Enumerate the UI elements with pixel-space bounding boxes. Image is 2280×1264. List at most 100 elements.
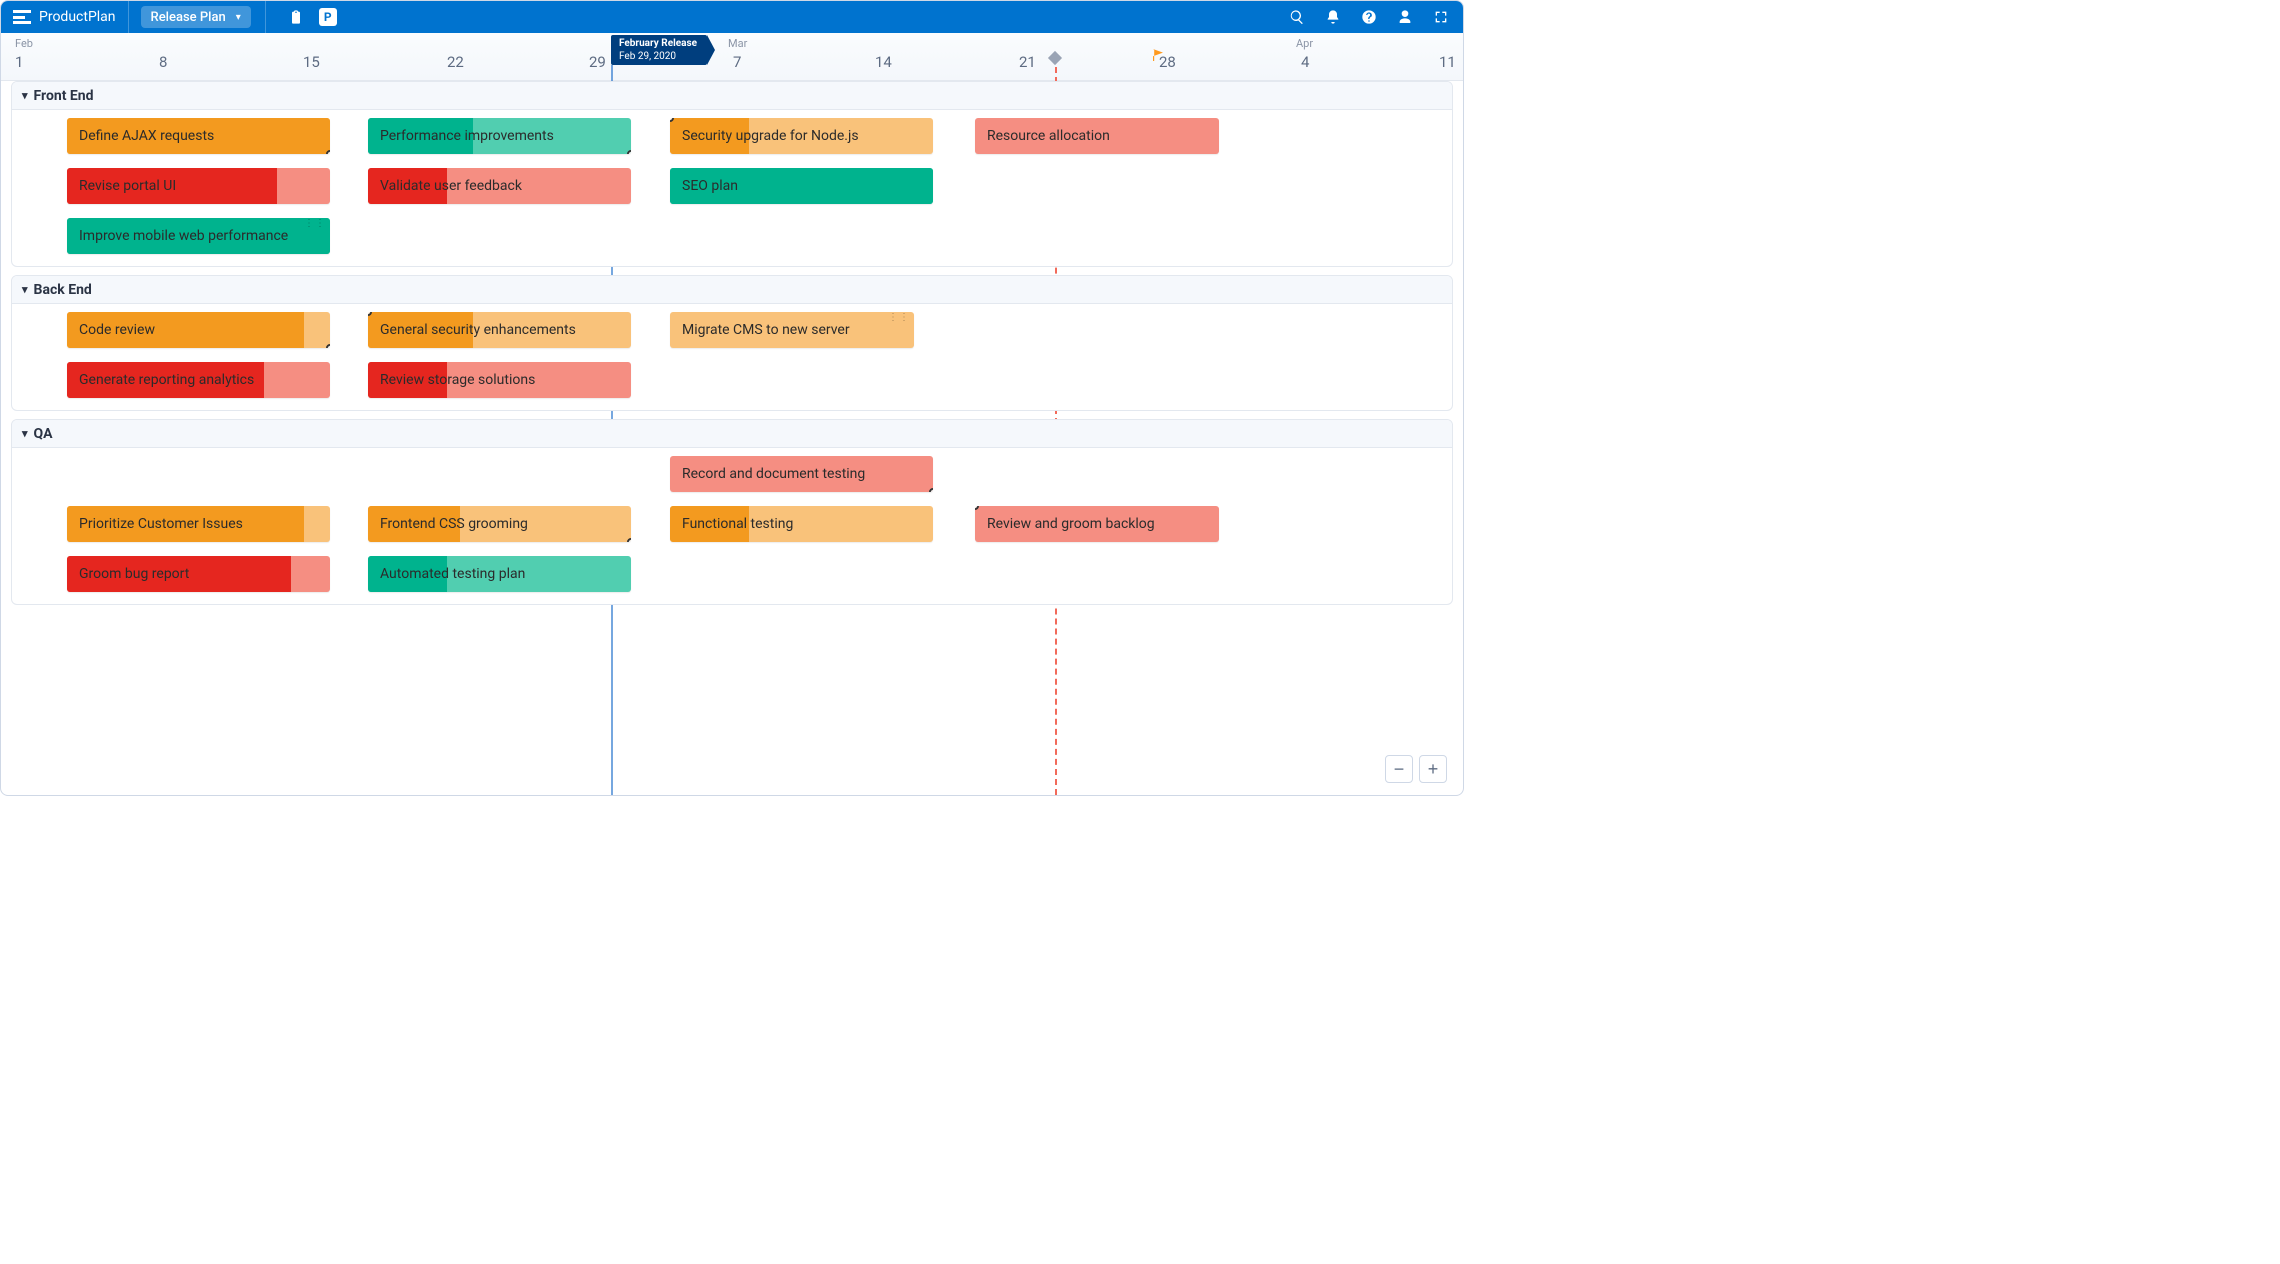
- roadmap-bar[interactable]: Code review: [67, 312, 330, 348]
- lane-title: Front End: [34, 88, 94, 104]
- bar-label: Code review: [79, 322, 155, 338]
- bar-label: SEO plan: [682, 178, 738, 194]
- zoom-out-button[interactable]: −: [1385, 755, 1413, 783]
- bar-label: Revise portal UI: [79, 178, 176, 194]
- day-label: 1: [15, 53, 23, 71]
- lane-header[interactable]: ▾QA: [12, 420, 1452, 448]
- lane-body: Code review General security enhancements…: [12, 304, 1452, 410]
- bar-label: Review storage solutions: [380, 372, 535, 388]
- connector-icon[interactable]: [627, 538, 631, 542]
- roadmap-bar[interactable]: Security upgrade for Node.js: [670, 118, 933, 154]
- connector-icon[interactable]: [326, 150, 330, 154]
- day-label: 15: [303, 53, 320, 71]
- bar-label: Security upgrade for Node.js: [682, 128, 859, 144]
- day-label: 29: [589, 53, 606, 71]
- roadmap-bar[interactable]: Validate user feedback: [368, 168, 631, 204]
- roadmap-bar[interactable]: Performance improvements: [368, 118, 631, 154]
- day-label: 14: [875, 53, 892, 71]
- day-label: 11: [1439, 53, 1456, 71]
- user-icon[interactable]: [1395, 7, 1415, 27]
- milestone-title: February Release: [619, 38, 697, 51]
- lane-row: Revise portal UI Validate user feedback SE…: [12, 168, 1452, 208]
- bar-label: Record and document testing: [682, 466, 865, 482]
- roadmap-bar[interactable]: Review and groom backlog: [975, 506, 1219, 542]
- bar-label: Migrate CMS to new server: [682, 322, 850, 338]
- grip-icon[interactable]: ⋮⋮: [304, 222, 326, 226]
- plan-dropdown[interactable]: Release Plan ▾: [141, 6, 251, 28]
- search-icon[interactable]: [1287, 7, 1307, 27]
- help-icon[interactable]: [1359, 7, 1379, 27]
- fullscreen-icon[interactable]: [1431, 7, 1451, 27]
- chevron-down-icon: ▾: [22, 427, 28, 440]
- milestone-flag[interactable]: February ReleaseFeb 29, 2020: [611, 35, 707, 65]
- roadmap-bar[interactable]: Resource allocation: [975, 118, 1219, 154]
- day-label: 4: [1301, 53, 1309, 71]
- lane-row: Define AJAX requests Performance improvem…: [12, 118, 1452, 158]
- plan-dropdown-label: Release Plan: [151, 10, 226, 25]
- roadmap-bar[interactable]: Frontend CSS grooming: [368, 506, 631, 542]
- day-label: 22: [447, 53, 464, 71]
- connector-icon[interactable]: [326, 344, 330, 348]
- lane-row: Improve mobile web performance ⋮⋮: [12, 218, 1452, 258]
- roadmap-bar[interactable]: Automated testing plan: [368, 556, 631, 592]
- roadmap-bar[interactable]: Define AJAX requests: [67, 118, 330, 154]
- day-label: 28: [1159, 53, 1176, 71]
- app-name: ProductPlan: [39, 9, 116, 25]
- lanes-container: ▾Front EndDefine AJAX requestsPerformanc…: [11, 81, 1453, 785]
- logo-icon: [13, 10, 31, 24]
- roadmap-bar[interactable]: Groom bug report: [67, 556, 330, 592]
- roadmap-bar[interactable]: Improve mobile web performance ⋮⋮: [67, 218, 330, 254]
- bar-label: Automated testing plan: [380, 566, 525, 582]
- app-frame: ProductPlan Release Plan ▾ P: [0, 0, 1464, 796]
- clipboard-icon[interactable]: [286, 7, 306, 27]
- lane-row: Groom bug report Automated testing plan: [12, 556, 1452, 596]
- lane: ▾QA Record and document testing Prioritize…: [11, 419, 1453, 605]
- lane-row: Record and document testing: [12, 456, 1452, 496]
- milestone-date: Feb 29, 2020: [619, 51, 697, 64]
- bar-label: Validate user feedback: [380, 178, 522, 194]
- roadmap-bar[interactable]: Generate reporting analytics: [67, 362, 330, 398]
- bar-label: Resource allocation: [987, 128, 1110, 144]
- roadmap-bar[interactable]: General security enhancements: [368, 312, 631, 348]
- day-label: 21: [1019, 53, 1036, 71]
- divider: [265, 1, 266, 33]
- connector-icon[interactable]: [929, 488, 933, 492]
- roadmap-bar[interactable]: Revise portal UI: [67, 168, 330, 204]
- roadmap-bar[interactable]: Migrate CMS to new server ⋮⋮: [670, 312, 914, 348]
- connector-icon[interactable]: [627, 150, 631, 154]
- roadmap-bar[interactable]: Record and document testing: [670, 456, 933, 492]
- lane-row: Generate reporting analytics Review stora…: [12, 362, 1452, 402]
- bar-label: Review and groom backlog: [987, 516, 1155, 532]
- lane-header[interactable]: ▾Front End: [12, 82, 1452, 110]
- bar-label: Performance improvements: [380, 128, 554, 144]
- bar-label: Prioritize Customer Issues: [79, 516, 243, 532]
- month-label: Feb: [15, 37, 33, 50]
- lane: ▾Back End Code review General security enh…: [11, 275, 1453, 411]
- zoom-in-button[interactable]: +: [1419, 755, 1447, 783]
- roadmap-bar[interactable]: Functional testing: [670, 506, 933, 542]
- month-label: Mar: [728, 37, 747, 50]
- parking-lot-icon[interactable]: P: [318, 7, 338, 27]
- day-label: 8: [159, 53, 167, 71]
- lane-header[interactable]: ▾Back End: [12, 276, 1452, 304]
- bar-label: Frontend CSS grooming: [380, 516, 528, 532]
- lane-row: Code review General security enhancements…: [12, 312, 1452, 352]
- roadmap-bar[interactable]: SEO plan: [670, 168, 933, 204]
- bar-label: General security enhancements: [380, 322, 576, 338]
- roadmap-bar[interactable]: Prioritize Customer Issues: [67, 506, 330, 542]
- logo-area[interactable]: ProductPlan: [1, 1, 129, 33]
- connector-icon[interactable]: [975, 506, 979, 510]
- month-label: Apr: [1296, 37, 1313, 50]
- grip-icon[interactable]: ⋮⋮: [888, 316, 910, 320]
- zoom-controls: − +: [1385, 755, 1447, 783]
- chevron-down-icon: ▾: [22, 283, 28, 296]
- timeline: ◂ FebMarApr181522297142128411February Re…: [1, 33, 1463, 795]
- day-label: 7: [733, 53, 741, 71]
- bell-icon[interactable]: [1323, 7, 1343, 27]
- roadmap-bar[interactable]: Review storage solutions: [368, 362, 631, 398]
- lane-row: Prioritize Customer Issues Frontend CSS g…: [12, 506, 1452, 546]
- timeline-header[interactable]: Feb Mar Apr 1 8 15 22 29 7 14 21 28 4 11 February Rele…: [1, 33, 1463, 81]
- caret-down-icon: ▾: [236, 12, 241, 23]
- bar-label: Improve mobile web performance: [79, 228, 288, 244]
- topbar: ProductPlan Release Plan ▾ P: [1, 1, 1463, 33]
